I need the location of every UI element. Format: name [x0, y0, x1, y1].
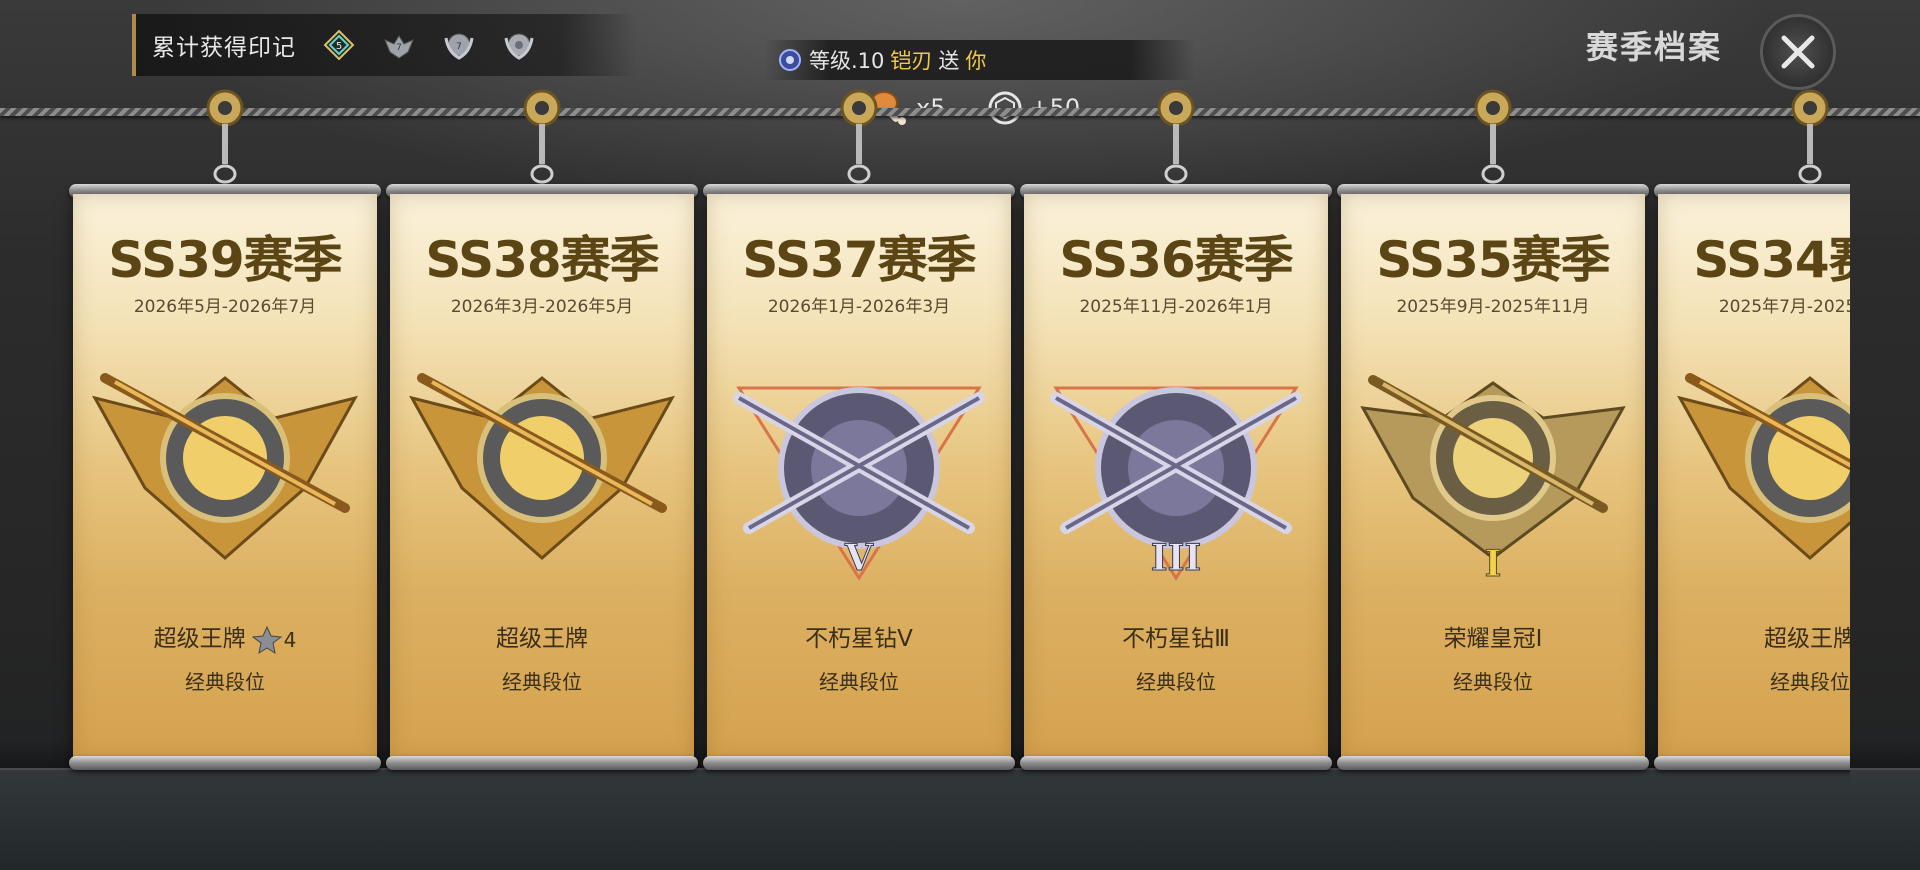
season-title: SS35赛季 [1376, 231, 1610, 289]
season-dates: 2026年5月-2026年7月 [133, 297, 317, 317]
rank-mode: 经典段位 [1453, 670, 1533, 694]
rank-mode: 经典段位 [1770, 670, 1850, 694]
banner-hook-icon [1791, 89, 1829, 184]
purple-diamond-rifle-badge-icon: V [733, 386, 985, 581]
banner-hook-icon [1157, 89, 1195, 184]
rank-name: 超级王牌 [1764, 626, 1850, 652]
banner-rod-bottom [1654, 756, 1850, 770]
rank-mode: 经典段位 [1136, 670, 1216, 694]
star-count: 4 [283, 627, 297, 652]
season-dates: 2026年1月-2026年3月 [767, 297, 951, 317]
purple-diamond-rifle-badge-icon: III [1050, 386, 1302, 581]
banner-rod-bottom [386, 756, 698, 770]
season-title: SS39赛季 [108, 231, 342, 289]
banner-rod-bottom [1020, 756, 1332, 770]
season-title: SS34赛季 [1693, 231, 1850, 289]
gold-ace-sniper-badge-icon [92, 373, 358, 560]
rank-mode: 经典段位 [819, 670, 899, 694]
banner-rod-bottom [703, 756, 1015, 770]
rank-name: 不朽星钻Ⅲ [1122, 626, 1230, 652]
gold-ace-sniper-badge-icon [409, 373, 675, 560]
season-title: SS38赛季 [425, 231, 659, 289]
svg-text:III: III [1151, 537, 1202, 579]
season-dates: 2025年9月-2025年11月 [1396, 297, 1590, 317]
banner-rod-bottom [69, 756, 381, 770]
rank-name: 超级王牌 [496, 626, 588, 652]
rank-name: 超级王牌 4 [73, 619, 377, 655]
banner-hook-icon [206, 89, 244, 184]
season-title: SS36赛季 [1059, 231, 1293, 289]
svg-text:I: I [1485, 543, 1502, 585]
season-title: SS37赛季 [742, 231, 976, 289]
banner-hook-icon [1474, 89, 1512, 184]
rank-name: 不朽星钻Ⅴ [805, 626, 913, 652]
season-banner-list[interactable]: SS39赛季 2026年5月-2026年7月 超级王牌 4 经典段位 SS38赛季… [0, 0, 1850, 870]
crown-sniper-badge-icon: I [1360, 375, 1626, 586]
rank-label: 超级王牌 [153, 626, 246, 652]
gold-ace-sniper-badge-icon [1677, 373, 1850, 560]
rank-mode: 经典段位 [185, 670, 265, 694]
season-dates: 2026年3月-2026年5月 [450, 297, 634, 317]
rank-mode: 经典段位 [502, 670, 582, 694]
banner-hook-icon [523, 89, 561, 184]
season-dates: 2025年11月-2026年1月 [1079, 297, 1273, 317]
banner-rod-bottom [1337, 756, 1649, 770]
svg-text:V: V [844, 537, 874, 579]
rank-name: 荣耀皇冠Ⅰ [1443, 626, 1543, 652]
star-icon [251, 625, 282, 654]
banner-hook-icon [840, 89, 878, 184]
season-dates: 2025年7月-2025年9月 [1718, 297, 1850, 317]
